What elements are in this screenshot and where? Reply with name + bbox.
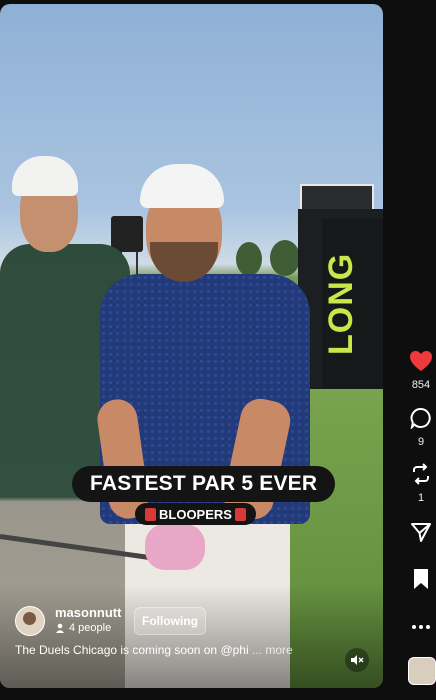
people-count[interactable]: 4 people	[55, 622, 111, 634]
video-description[interactable]: The Duels Chicago is coming soon on @phi…	[15, 643, 293, 657]
comment-icon	[410, 408, 431, 430]
repost-count: 1	[417, 492, 425, 504]
emoji-icon	[234, 507, 246, 521]
more-link[interactable]: ... more	[252, 643, 293, 657]
people-count-label: 4 people	[69, 622, 112, 634]
creator-username[interactable]: masonnutt	[55, 605, 121, 620]
repost-button[interactable]: 1	[405, 463, 436, 504]
heart-icon	[410, 351, 432, 371]
emoji-icon	[145, 507, 156, 521]
person-main-cap	[140, 164, 224, 208]
video-caption-title: FASTEST PAR 5 EVER	[72, 466, 336, 502]
comment-button[interactable]: 9	[405, 407, 436, 448]
like-button[interactable]: 854	[405, 350, 436, 391]
background-tree	[236, 242, 262, 276]
mute-button[interactable]	[345, 648, 369, 672]
camera-on-tripod	[111, 216, 143, 252]
caption-sub-text: BLOOPERS	[159, 506, 232, 522]
mute-icon	[351, 655, 364, 665]
share-icon	[411, 523, 431, 542]
bottom-gradient	[0, 584, 383, 688]
more-options-button[interactable]	[405, 617, 436, 635]
video-caption-subtitle: BLOOPERS	[135, 503, 256, 525]
more-icon	[412, 625, 430, 629]
person-icon	[56, 623, 64, 633]
stage-sign: LONG	[322, 219, 383, 389]
bookmark-button[interactable]	[405, 568, 436, 595]
creator-avatar[interactable]	[15, 606, 45, 636]
bookmark-icon	[414, 569, 428, 589]
comment-count: 9	[417, 436, 425, 448]
background-tree	[270, 240, 300, 276]
share-button[interactable]	[405, 521, 436, 548]
following-button[interactable]: Following	[134, 607, 206, 635]
pink-towel	[145, 524, 205, 570]
repost-icon	[413, 463, 429, 485]
audio-thumbnail[interactable]	[408, 657, 436, 685]
like-count: 854	[411, 379, 431, 391]
description-text: The Duels Chicago is coming soon on @phi	[15, 643, 249, 657]
video-player[interactable]: LONG FASTEST PAR 5 EVER BLOOPERS	[0, 4, 383, 688]
person-left-cap	[12, 156, 78, 196]
